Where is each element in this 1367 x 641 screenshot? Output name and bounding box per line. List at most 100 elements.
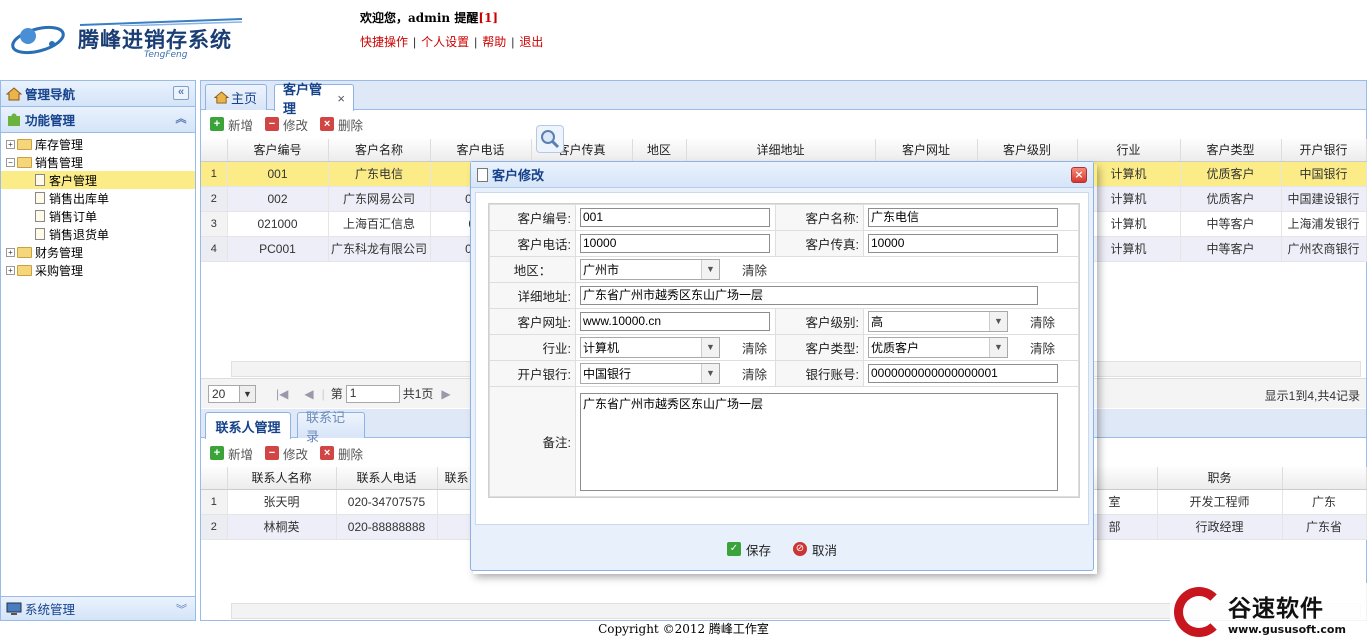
tree-node-sales[interactable]: − 销售管理 xyxy=(1,153,195,171)
column-header[interactable]: 客户类型 xyxy=(1180,139,1282,162)
table-cell: 020-88888888 xyxy=(336,514,438,540)
column-header[interactable]: 客户编号 xyxy=(227,139,329,162)
tree-node-sales-return[interactable]: 销售退货单 xyxy=(1,225,195,243)
tab-close-icon[interactable]: × xyxy=(337,91,345,106)
region-clear-link[interactable]: 清除 xyxy=(742,260,767,279)
bank-clear-link[interactable]: 清除 xyxy=(742,364,767,383)
page-number-input[interactable]: 1 xyxy=(345,384,400,403)
table-cell: 广东电信 xyxy=(328,161,431,187)
column-header[interactable] xyxy=(1282,467,1367,490)
home-icon xyxy=(214,91,229,104)
chevron-down-icon: ▼ xyxy=(989,312,1007,331)
folder-icon xyxy=(17,138,32,150)
level-clear-link[interactable]: 清除 xyxy=(1030,312,1055,331)
fax-label: 客户传真: xyxy=(775,230,864,257)
add-button[interactable]: + 新增 xyxy=(210,115,253,134)
tree-node-purchase[interactable]: + 采购管理 xyxy=(1,261,195,279)
cancel-button[interactable]: ⊘ 取消 xyxy=(793,540,837,559)
page-icon xyxy=(35,174,45,186)
column-header[interactable]: 客户名称 xyxy=(328,139,431,162)
search-float-icon[interactable] xyxy=(536,125,564,153)
dialog-body: 客户编号: 001 客户名称: 广东电信 客户电话: 10000 客户传真: 1… xyxy=(475,192,1089,525)
table-cell: 中国银行 xyxy=(1281,161,1367,187)
folder-icon xyxy=(17,246,32,258)
add-contact-button[interactable]: + 新增 xyxy=(210,444,253,463)
industry-clear-link[interactable]: 清除 xyxy=(742,338,767,357)
phone-label: 客户电话: xyxy=(489,230,576,257)
address-field[interactable]: 广东省广州市越秀区东山广场一层 xyxy=(580,286,1038,305)
tree-node-sales-outbound[interactable]: 销售出库单 xyxy=(1,189,195,207)
type-select[interactable]: 优质客户 ▼ xyxy=(868,337,1008,358)
tree-node-label: 销售退货单 xyxy=(49,227,110,242)
help-link[interactable]: 帮助 xyxy=(482,35,506,49)
next-page-icon[interactable]: ▶ xyxy=(441,387,450,401)
bank-select[interactable]: 中国银行 ▼ xyxy=(580,363,720,384)
region-label: 地区： xyxy=(489,256,576,283)
expand-icon[interactable]: + xyxy=(6,265,15,275)
expand-icon[interactable]: + xyxy=(6,139,15,149)
column-header[interactable]: 客户网址 xyxy=(875,139,978,162)
add-label: 新增 xyxy=(228,447,254,462)
edit-contact-button[interactable]: − 修改 xyxy=(265,444,308,463)
phone-field[interactable]: 10000 xyxy=(580,234,770,253)
tree-node-finance[interactable]: + 财务管理 xyxy=(1,243,195,261)
column-header[interactable]: 行业 xyxy=(1077,139,1181,162)
name-field[interactable]: 广东电信 xyxy=(868,208,1058,227)
tree-node-inventory[interactable]: + 库存管理 xyxy=(1,135,195,153)
reminder-count[interactable]: [1] xyxy=(478,11,498,25)
tab-contact-records[interactable]: 联系记录 xyxy=(297,410,365,444)
minus-icon: − xyxy=(265,117,280,131)
collapse-up-icon[interactable]: ︽ xyxy=(173,112,189,126)
fax-field[interactable]: 10000 xyxy=(868,234,1058,253)
first-page-icon[interactable]: |◀ xyxy=(276,387,288,401)
table-cell: 优质客户 xyxy=(1180,161,1282,187)
personal-settings-link[interactable]: 个人设置 xyxy=(421,35,469,49)
plus-icon: + xyxy=(210,117,224,131)
tree-node-sales-order[interactable]: 销售订单 xyxy=(1,207,195,225)
welcome-text: 欢迎您，admin 提醒[1] xyxy=(360,9,498,26)
account-field[interactable]: 0000000000000000001 xyxy=(868,364,1058,383)
page-size-select[interactable]: 20 ▼ xyxy=(208,384,256,403)
system-panel-header[interactable]: 系统管理 ︾ xyxy=(1,596,195,620)
tab-home-label: 主页 xyxy=(231,91,258,106)
minus-icon: − xyxy=(265,446,280,460)
remark-textarea[interactable]: 广东省广州市越秀区东山广场一层 xyxy=(580,392,1058,491)
column-header[interactable]: 客户级别 xyxy=(977,139,1078,162)
region-select[interactable]: 广州市 ▼ xyxy=(580,259,720,280)
puzzle-icon xyxy=(8,113,20,126)
close-icon[interactable]: × xyxy=(1071,167,1087,183)
collapse-left-icon[interactable]: « xyxy=(173,86,189,100)
column-header[interactable]: 职务 xyxy=(1157,467,1283,490)
save-button[interactable]: ✓ 保存 xyxy=(726,540,771,559)
column-header[interactable]: 客户电话 xyxy=(430,139,532,162)
column-header[interactable]: 联系人电话 xyxy=(336,467,438,490)
tab-customer-management[interactable]: 客户管理 × xyxy=(274,82,354,116)
industry-select[interactable]: 计算机 ▼ xyxy=(580,337,720,358)
expand-down-icon[interactable]: ︾ xyxy=(176,601,187,617)
column-header[interactable]: 详细地址 xyxy=(686,139,876,162)
edit-button[interactable]: − 修改 xyxy=(265,115,308,134)
tab-contacts[interactable]: 联系人管理 xyxy=(205,412,291,439)
expand-icon[interactable]: + xyxy=(6,247,15,257)
logout-link[interactable]: 退出 xyxy=(519,35,543,49)
document-icon xyxy=(477,167,488,182)
column-header[interactable]: 地区 xyxy=(632,139,687,162)
type-clear-link[interactable]: 清除 xyxy=(1030,338,1055,357)
quick-actions-link[interactable]: 快捷操作 xyxy=(360,35,408,49)
chevron-down-icon: ▼ xyxy=(701,260,719,279)
function-panel-header[interactable]: 功能管理 ︽ xyxy=(1,107,195,133)
tab-home[interactable]: 主页 xyxy=(205,84,267,110)
tree-node-customer-management[interactable]: 客户管理 xyxy=(1,171,195,189)
dialog-title-bar[interactable]: 客户修改 xyxy=(471,162,1093,188)
prev-page-icon[interactable]: ◀ xyxy=(304,387,313,401)
delete-button[interactable]: × 删除 xyxy=(320,115,363,134)
delete-contact-button[interactable]: × 删除 xyxy=(320,444,363,463)
column-header[interactable]: 开户银行 xyxy=(1281,139,1367,162)
level-select[interactable]: 高 ▼ xyxy=(868,311,1008,332)
website-field[interactable]: www.10000.cn xyxy=(580,312,770,331)
region-value: 广州市 xyxy=(583,263,620,277)
collapse-icon[interactable]: − xyxy=(6,157,15,167)
code-field[interactable]: 001 xyxy=(580,208,770,227)
column-header[interactable]: 联系人名称 xyxy=(227,467,337,490)
level-value: 高 xyxy=(871,315,884,329)
